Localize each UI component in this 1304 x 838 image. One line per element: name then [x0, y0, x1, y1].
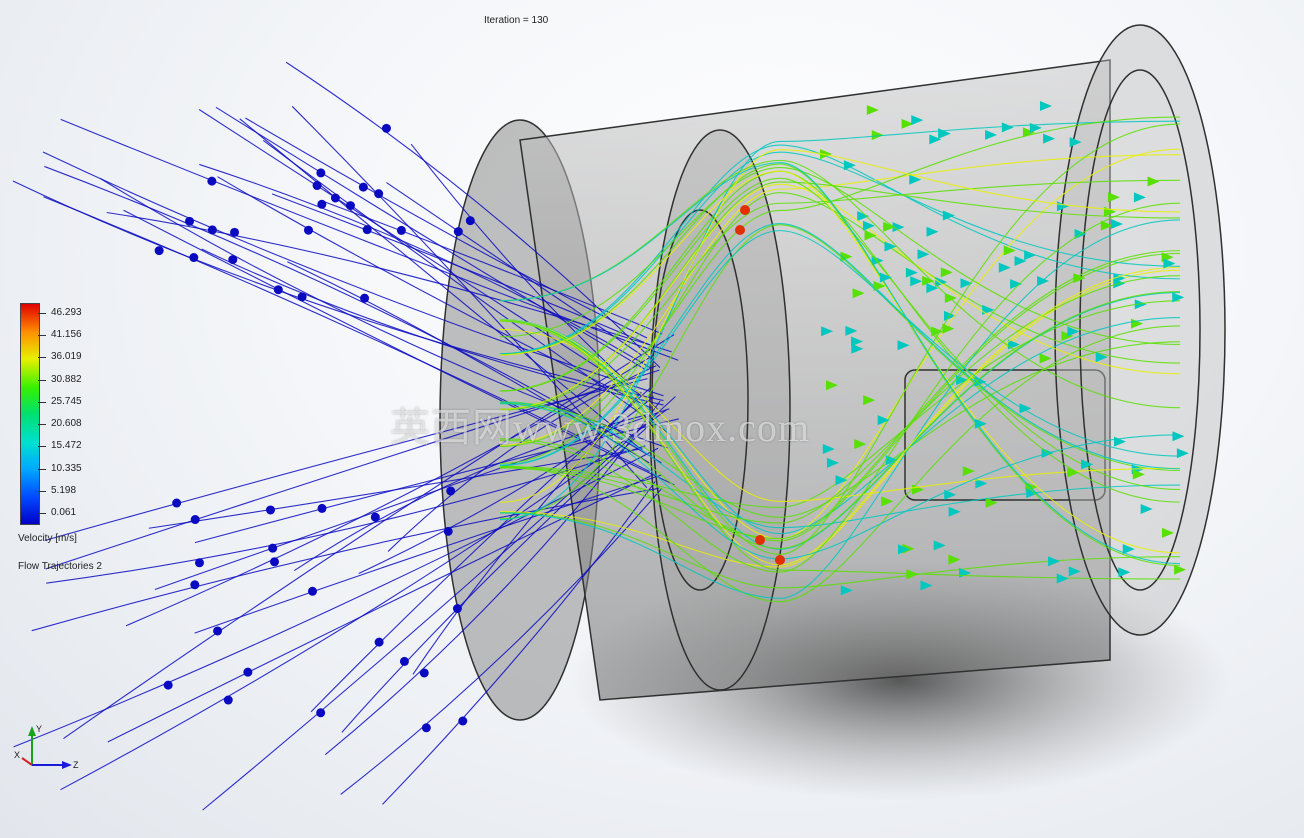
- inlet-velocity-arrow: [265, 505, 275, 515]
- inlet-velocity-arrow: [396, 225, 406, 235]
- y-axis-arrow: [28, 726, 36, 736]
- inlet-velocity-arrow: [370, 512, 380, 522]
- inlet-velocity-arrow: [207, 176, 217, 186]
- inlet-velocity-arrow: [381, 123, 391, 133]
- legend-subtitle: Flow Trajectories 2: [18, 561, 102, 572]
- legend-tick-label: 41.156: [51, 329, 82, 341]
- inlet-velocity-arrow: [172, 498, 182, 508]
- triad-z-label: Z: [73, 760, 79, 770]
- triad-x-label: X: [14, 750, 20, 760]
- legend-tick-mark: [38, 357, 46, 359]
- legend-tick-mark: [38, 424, 46, 426]
- inlet-velocity-arrow: [230, 227, 240, 237]
- inlet-velocity-arrow: [465, 216, 475, 226]
- triad-y-label: Y: [36, 724, 42, 734]
- inlet-velocity-arrow: [213, 626, 223, 636]
- legend-tick-label: 20.608: [51, 418, 82, 430]
- legend-tick-mark: [38, 490, 46, 492]
- legend-tick-label: 30.882: [51, 373, 82, 385]
- legend-tick-label: 15.472: [51, 440, 82, 452]
- legend-tick-label: 25.745: [51, 395, 82, 407]
- legend-tick-mark: [38, 401, 46, 403]
- inlet-velocity-arrow: [362, 225, 372, 235]
- inlet-velocity-arrow: [194, 558, 204, 568]
- inlet-velocity-arrow: [154, 246, 164, 256]
- inlet-velocity-arrow: [303, 225, 313, 235]
- inlet-velocity-arrow: [316, 168, 326, 178]
- watermark-text: 英西网www.3dmox.com: [390, 405, 811, 450]
- color-scale-bar: [20, 303, 40, 525]
- inlet-velocity-arrow: [317, 199, 327, 209]
- z-axis-arrow: [62, 761, 72, 769]
- legend-tick-label: 0.061: [51, 507, 77, 518]
- inlet-velocity-arrow: [421, 723, 431, 733]
- legend-tick-label: 36.019: [51, 351, 82, 363]
- legend-tick-label: 46.293: [51, 307, 82, 318]
- inlet-velocity-arrow: [243, 667, 253, 677]
- high-velocity-marker: [775, 555, 785, 565]
- iteration-label: Iteration = 130: [484, 15, 549, 26]
- inlet-velocity-arrow: [458, 716, 468, 726]
- inlet-velocity-arrow: [358, 182, 368, 192]
- legend-title: Velocity [m/s]: [18, 533, 77, 544]
- inlet-velocity-arrow: [316, 708, 326, 718]
- inlet-velocity-arrow: [223, 695, 233, 705]
- legend-tick-mark: [38, 446, 46, 448]
- inlet-velocity-arrow: [163, 680, 173, 690]
- inlet-velocity-arrow: [228, 255, 238, 265]
- inlet-velocity-arrow: [307, 586, 317, 596]
- velocity-legend: 46.293 41.156 36.019 30.882 25.745 20.608 15.4…: [18, 303, 138, 593]
- axis-triad: Y X Z: [14, 724, 79, 770]
- inlet-velocity-arrow: [312, 181, 322, 191]
- legend-tick-mark: [38, 468, 46, 470]
- inlet-velocity-arrow: [443, 526, 453, 536]
- inlet-velocity-arrow: [374, 637, 384, 647]
- inlet-velocity-arrow: [297, 292, 307, 302]
- high-velocity-marker: [735, 225, 745, 235]
- inlet-velocity-arrow: [190, 515, 200, 525]
- x-axis-line: [21, 757, 33, 766]
- inlet-velocity-arrow: [419, 668, 429, 678]
- high-velocity-marker: [740, 205, 750, 215]
- high-velocity-marker: [755, 535, 765, 545]
- inlet-velocity-arrow: [269, 557, 279, 567]
- legend-tick-mark: [38, 379, 46, 381]
- inlet-velocity-arrow: [453, 227, 463, 237]
- legend-tick-label: 10.335: [51, 462, 82, 474]
- legend-tick-mark: [38, 313, 46, 314]
- legend-tick-label: 5.198: [51, 484, 77, 496]
- fan-housing: [439, 24, 1226, 721]
- inlet-velocity-arrow: [399, 656, 409, 666]
- legend-tick-mark: [38, 513, 46, 514]
- legend-tick-mark: [38, 335, 46, 337]
- inlet-velocity-arrow: [374, 189, 384, 199]
- inlet-velocity-arrow: [446, 486, 456, 496]
- inlet-velocity-arrow: [317, 503, 327, 513]
- inlet-velocity-arrow: [190, 580, 200, 590]
